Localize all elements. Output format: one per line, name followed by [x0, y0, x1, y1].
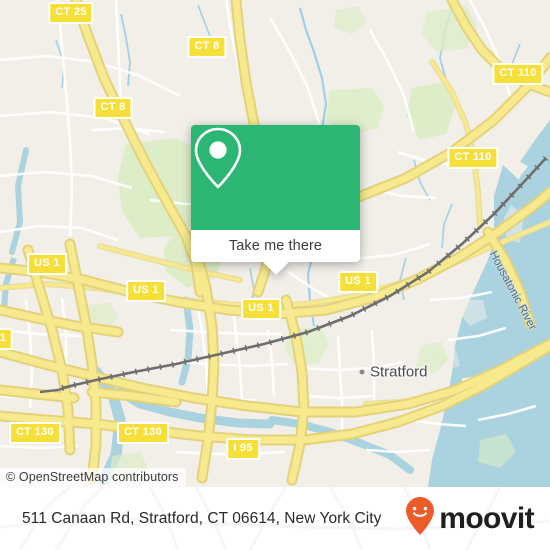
popup-pointer-tail [262, 262, 289, 275]
road-shield-ct-130[interactable]: CT 130 [9, 422, 61, 444]
road-shield-ct-8[interactable]: CT 8 [187, 36, 227, 58]
moovit-wordmark: moovit [439, 501, 534, 535]
take-me-there-label: Take me there [228, 238, 323, 254]
place-marker-dot [359, 369, 365, 375]
road-shield-ct-8[interactable]: CT 8 [93, 97, 133, 119]
location-popup-card[interactable]: Take me there [191, 125, 360, 275]
road-shield-us-1[interactable]: US 1 [241, 298, 281, 320]
road-shield-ct-110[interactable]: CT 110 [492, 63, 544, 85]
address-label: 511 Canaan Rd, Stratford, CT 06614, New … [22, 509, 382, 527]
map-canvas[interactable]: Stratford Housatonic River CT 25 CT 8 CT… [0, 0, 550, 487]
popup-header [191, 125, 360, 230]
map-attribution[interactable]: © OpenStreetMap contributors [0, 468, 186, 487]
road-shield-ct-25[interactable]: CT 25 [48, 2, 94, 24]
footer-bar: 511 Canaan Rd, Stratford, CT 06614, New … [0, 487, 550, 550]
road-shield-us-1[interactable]: US 1 [27, 253, 67, 275]
moovit-logo[interactable]: moovit [405, 496, 535, 541]
road-shield-us-1[interactable]: US 1 [338, 271, 378, 293]
moovit-smiley-pin-icon [405, 496, 435, 541]
road-shield-ct-130[interactable]: CT 130 [117, 422, 169, 444]
road-shield-i-95[interactable]: I 95 [226, 438, 260, 460]
road-shield-1[interactable]: 1 [0, 328, 14, 350]
road-shield-ct-110[interactable]: CT 110 [447, 147, 499, 169]
road-shield-us-1[interactable]: US 1 [126, 280, 166, 302]
popup-action-bar[interactable]: Take me there [191, 230, 360, 262]
moovit-map-screen: Stratford Housatonic River CT 25 CT 8 CT… [0, 0, 550, 550]
place-label-stratford: Stratford [370, 363, 428, 381]
